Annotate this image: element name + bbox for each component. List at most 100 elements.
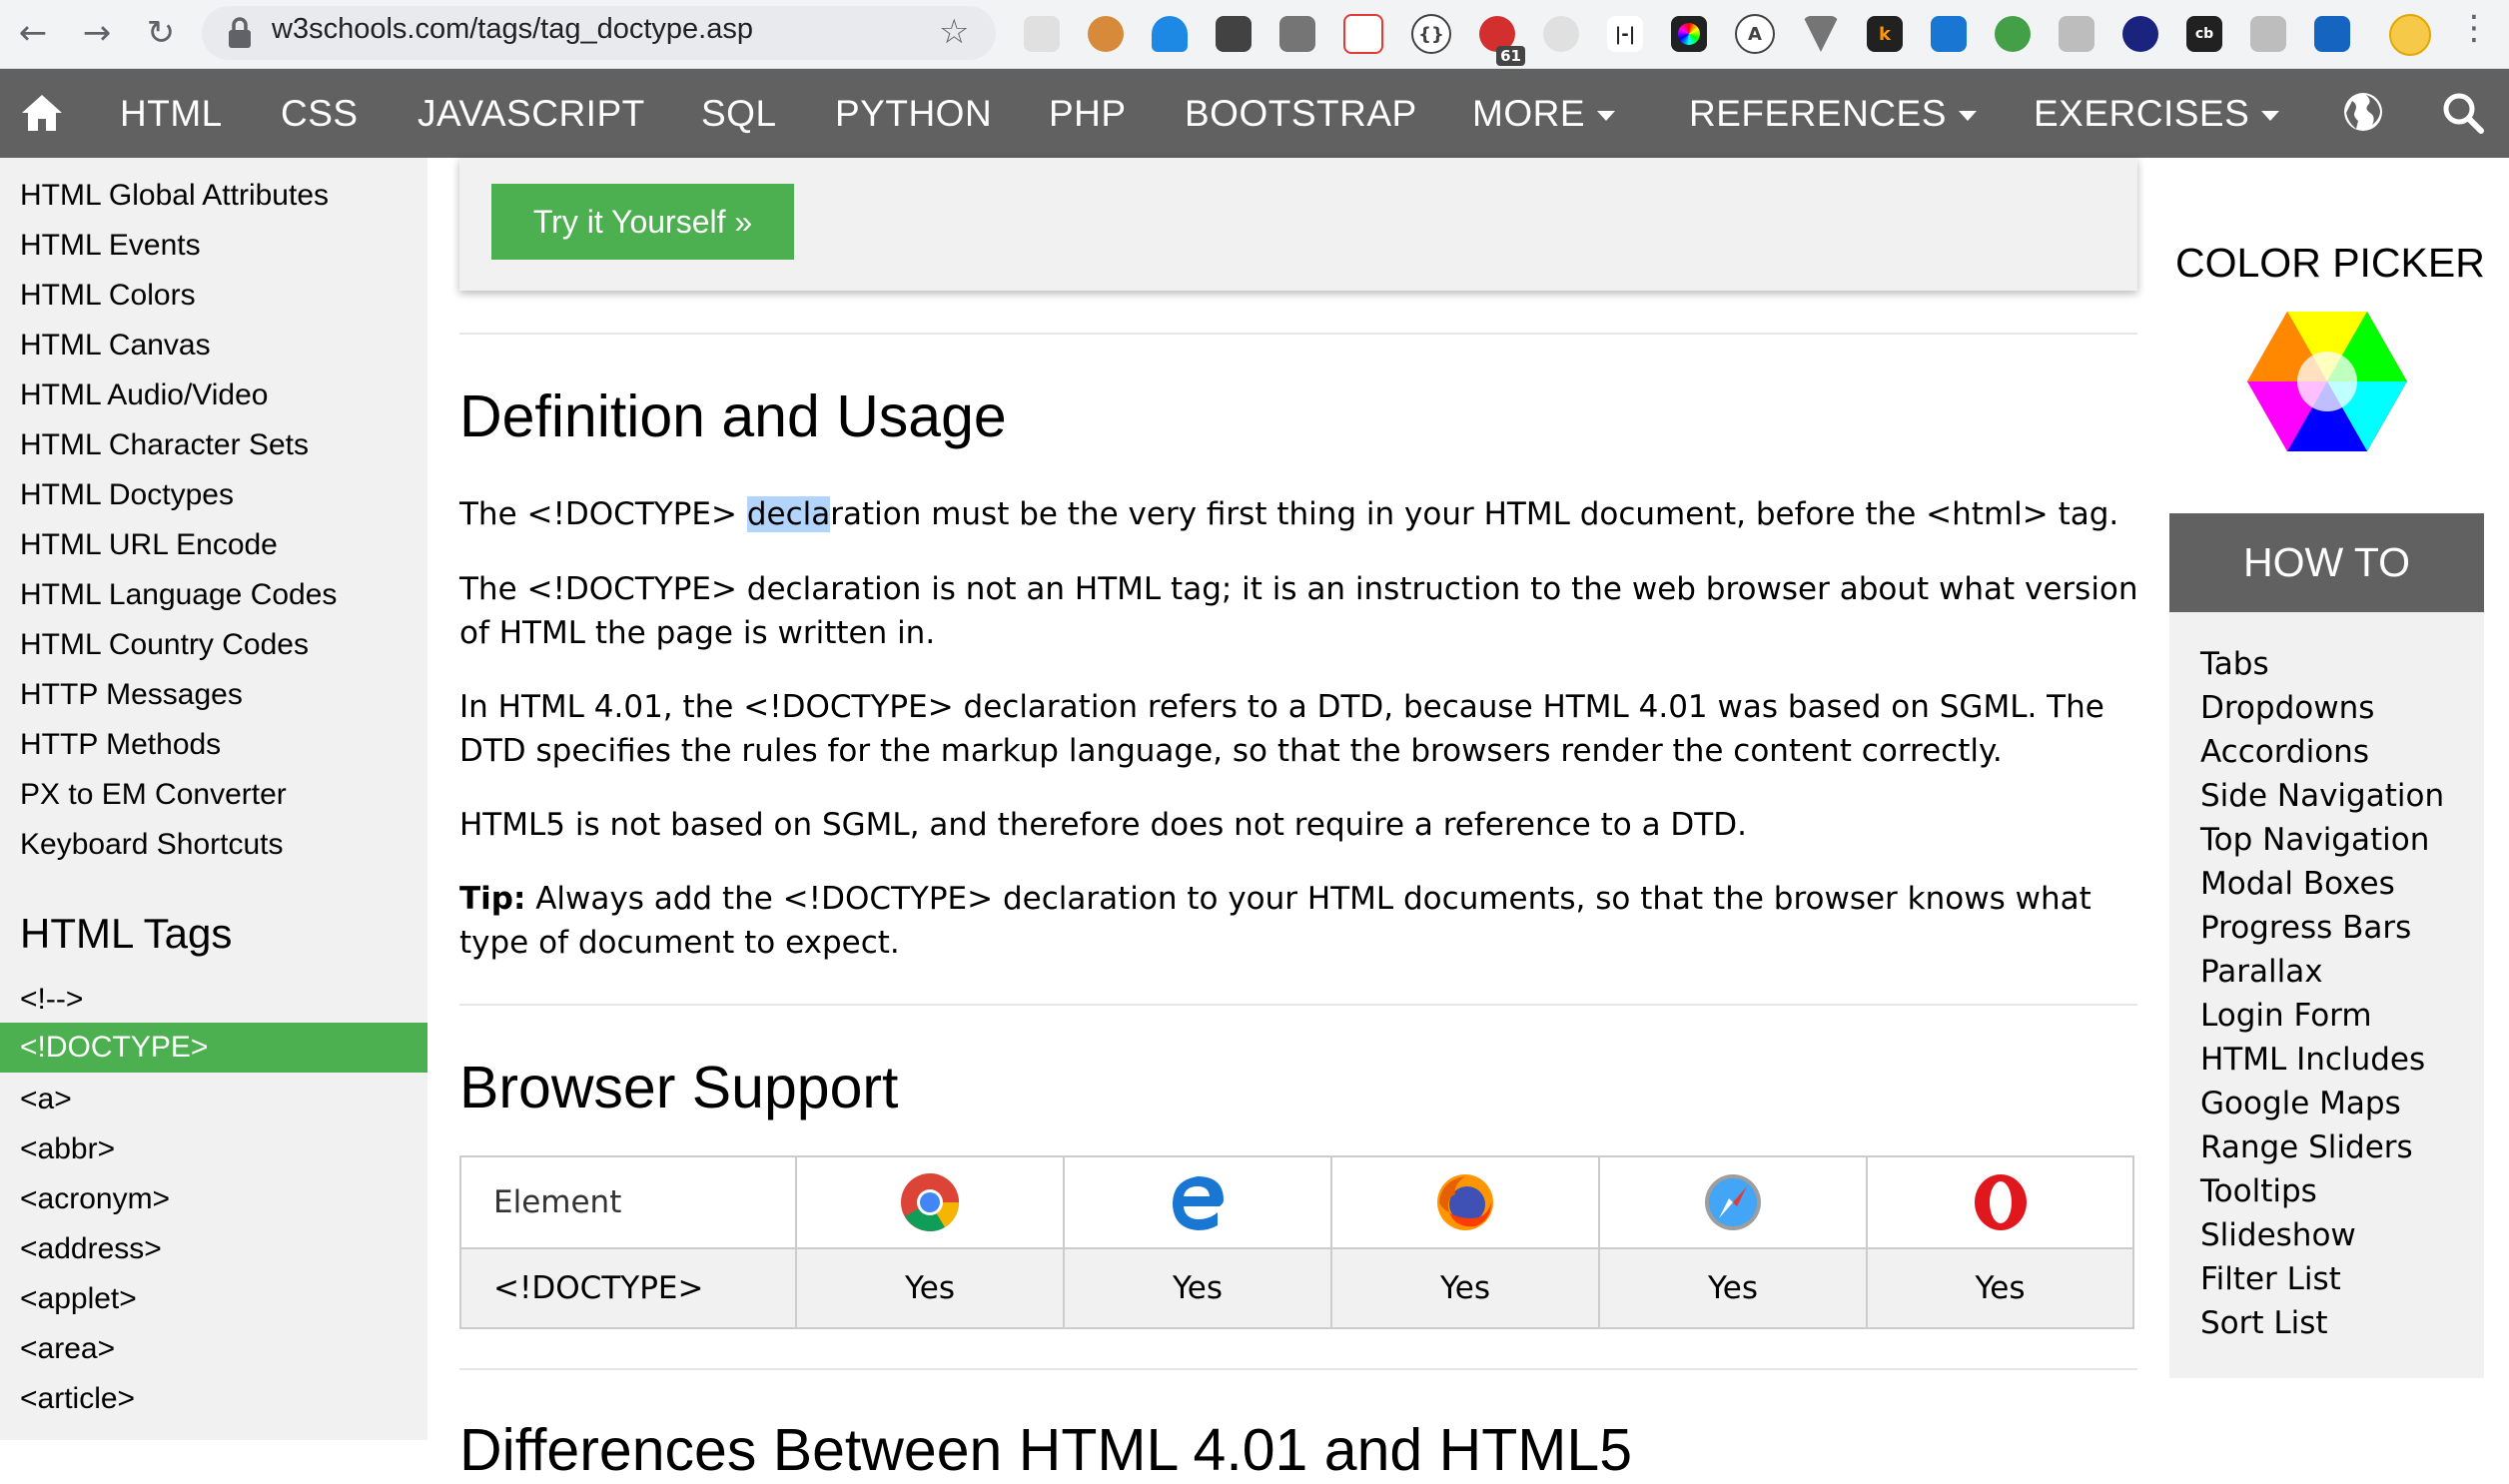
how-to-link[interactable]: Top Navigation <box>2200 822 2429 858</box>
sidebar-link[interactable]: HTML Country Codes <box>20 628 309 662</box>
extension-a-icon[interactable]: A <box>1735 14 1775 54</box>
url-text[interactable]: w3schools.com/tags/tag_doctype.asp <box>272 13 753 46</box>
sidebar-link[interactable]: HTTP Messages <box>20 678 243 712</box>
sidebar-tag-active[interactable]: <!DOCTYPE> <box>0 1023 427 1073</box>
sidebar-tag-link[interactable]: <article> <box>20 1382 135 1416</box>
color-picker-title[interactable]: COLOR PICKER <box>2175 240 2485 287</box>
sidebar-link[interactable]: Keyboard Shortcuts <box>20 828 283 862</box>
extension-bracket-icon[interactable]: |-| <box>1607 16 1643 52</box>
table-header-label: Element <box>493 1184 622 1220</box>
table-header-safari <box>1600 1157 1868 1249</box>
reload-icon[interactable]: ↻ <box>138 10 184 56</box>
how-to-link[interactable]: Progress Bars <box>2200 910 2411 946</box>
extension-color-icon[interactable] <box>1671 16 1707 52</box>
sidebar-tag-link[interactable]: <applet> <box>20 1282 137 1316</box>
extension-drive-icon[interactable] <box>1279 16 1315 52</box>
browser-menu-icon[interactable]: ⋮ <box>2457 8 2491 48</box>
how-to-link[interactable]: Parallax <box>2200 954 2323 990</box>
how-to-link[interactable]: HTML Includes <box>2200 1042 2425 1078</box>
how-to-link[interactable]: Filter List <box>2200 1261 2341 1297</box>
try-it-yourself-button[interactable]: Try it Yourself » <box>491 184 794 260</box>
sidebar-link[interactable]: HTML Character Sets <box>20 428 309 462</box>
nav-sql[interactable]: SQL <box>701 69 777 158</box>
sidebar-tag-link[interactable]: <abbr> <box>20 1132 115 1166</box>
table-header-chrome <box>797 1157 1065 1249</box>
sidebar-link[interactable]: HTML Doctypes <box>20 478 234 512</box>
extension-target-icon[interactable] <box>1995 16 2031 52</box>
paragraph-4: HTML5 is not based on SGML, and therefor… <box>459 807 1747 843</box>
sidebar-heading-html-tags: HTML Tags <box>20 910 233 957</box>
extension-moon-icon[interactable] <box>2122 16 2158 52</box>
how-to-link[interactable]: Tooltips <box>2200 1173 2317 1209</box>
extension-flag-icon[interactable] <box>2250 16 2286 52</box>
sidebar-link[interactable]: HTML Colors <box>20 279 196 313</box>
how-to-link[interactable]: Modal Boxes <box>2200 866 2395 902</box>
sidebar-link[interactable]: HTTP Methods <box>20 728 221 762</box>
sidebar-tag-link[interactable]: <a> <box>20 1083 72 1116</box>
sidebar-link[interactable]: HTML Events <box>20 229 201 263</box>
top-navigation: HTML CSS JAVASCRIPT SQL PYTHON PHP BOOTS… <box>0 69 2509 158</box>
how-to-link[interactable]: Slideshow <box>2200 1217 2356 1253</box>
globe-icon[interactable] <box>2342 91 2384 133</box>
how-to-link[interactable]: Accordions <box>2200 734 2369 770</box>
how-to-header[interactable]: HOW TO <box>2169 513 2484 612</box>
extension-tree-icon[interactable] <box>2059 16 2094 52</box>
tip-text: Always add the <!DOCTYPE> declaration to… <box>459 881 2091 961</box>
sidebar-link[interactable]: HTML Audio/Video <box>20 378 268 412</box>
back-icon[interactable]: ← <box>10 10 56 56</box>
extension-calendar-icon[interactable] <box>1343 14 1383 54</box>
nav-references[interactable]: REFERENCES <box>1689 69 1977 158</box>
divider <box>459 333 2137 335</box>
home-icon[interactable] <box>18 89 66 137</box>
how-to-link[interactable]: Sort List <box>2200 1305 2328 1341</box>
how-to-link[interactable]: Dropdowns <box>2200 690 2374 726</box>
nav-more[interactable]: MORE <box>1472 69 1615 158</box>
chrome-icon <box>901 1173 960 1231</box>
extension-save-icon[interactable] <box>2314 16 2350 52</box>
extension-code-icon[interactable]: {} <box>1411 14 1451 54</box>
nav-css[interactable]: CSS <box>281 69 359 158</box>
profile-avatar[interactable] <box>2389 14 2431 56</box>
search-icon[interactable] <box>2441 91 2485 135</box>
extension-k-icon[interactable]: k <box>1867 16 1903 52</box>
extension-cb-icon[interactable]: cb <box>2186 16 2222 52</box>
browser-toolbar: ← → ↻ w3schools.com/tags/tag_doctype.asp… <box>0 0 2509 69</box>
color-picker-icon[interactable] <box>2247 312 2407 451</box>
nav-more-label: MORE <box>1472 93 1585 134</box>
table-cell: Yes <box>1065 1249 1332 1327</box>
extension-bulb-icon[interactable] <box>1216 16 1252 52</box>
extension-camera-icon[interactable] <box>1543 16 1579 52</box>
nav-javascript[interactable]: JAVASCRIPT <box>418 69 645 158</box>
nav-bootstrap[interactable]: BOOTSTRAP <box>1185 69 1417 158</box>
extension-v-icon[interactable] <box>1803 16 1839 52</box>
support-value: Yes <box>1975 1270 2026 1306</box>
extension-cloud-icon[interactable] <box>1152 16 1188 52</box>
nav-html[interactable]: HTML <box>120 69 223 158</box>
sidebar-link[interactable]: HTML Global Attributes <box>20 179 329 213</box>
nav-exercises-label: EXERCISES <box>2034 93 2250 134</box>
forward-icon[interactable]: → <box>74 10 120 56</box>
extension-notification-icon[interactable]: 61 <box>1479 16 1525 66</box>
sidebar-link[interactable]: HTML Canvas <box>20 329 211 363</box>
nav-python[interactable]: PYTHON <box>835 69 992 158</box>
how-to-link[interactable]: Tabs <box>2200 646 2269 682</box>
table-cell-element: <!DOCTYPE> <box>461 1249 797 1327</box>
sidebar-link[interactable]: PX to EM Converter <box>20 778 287 812</box>
safari-icon <box>1705 1174 1761 1230</box>
how-to-link[interactable]: Range Sliders <box>2200 1129 2413 1165</box>
how-to-link[interactable]: Side Navigation <box>2200 778 2444 814</box>
sidebar-tag-link[interactable]: <!--> <box>20 983 83 1017</box>
extension-trello-icon[interactable] <box>1931 16 1967 52</box>
sidebar-tag-link[interactable]: <area> <box>20 1332 115 1366</box>
sidebar-link[interactable]: HTML Language Codes <box>20 578 337 612</box>
extension-grid-icon[interactable] <box>1024 16 1060 52</box>
sidebar-link[interactable]: HTML URL Encode <box>20 528 278 562</box>
extension-cookie-icon[interactable] <box>1088 16 1124 52</box>
how-to-link[interactable]: Google Maps <box>2200 1086 2401 1121</box>
sidebar-tag-link[interactable]: <acronym> <box>20 1182 170 1216</box>
bookmark-star-icon[interactable]: ☆ <box>939 12 969 52</box>
how-to-link[interactable]: Login Form <box>2200 998 2372 1034</box>
nav-exercises[interactable]: EXERCISES <box>2034 69 2280 158</box>
sidebar-tag-link[interactable]: <address> <box>20 1232 162 1266</box>
nav-php[interactable]: PHP <box>1049 69 1127 158</box>
